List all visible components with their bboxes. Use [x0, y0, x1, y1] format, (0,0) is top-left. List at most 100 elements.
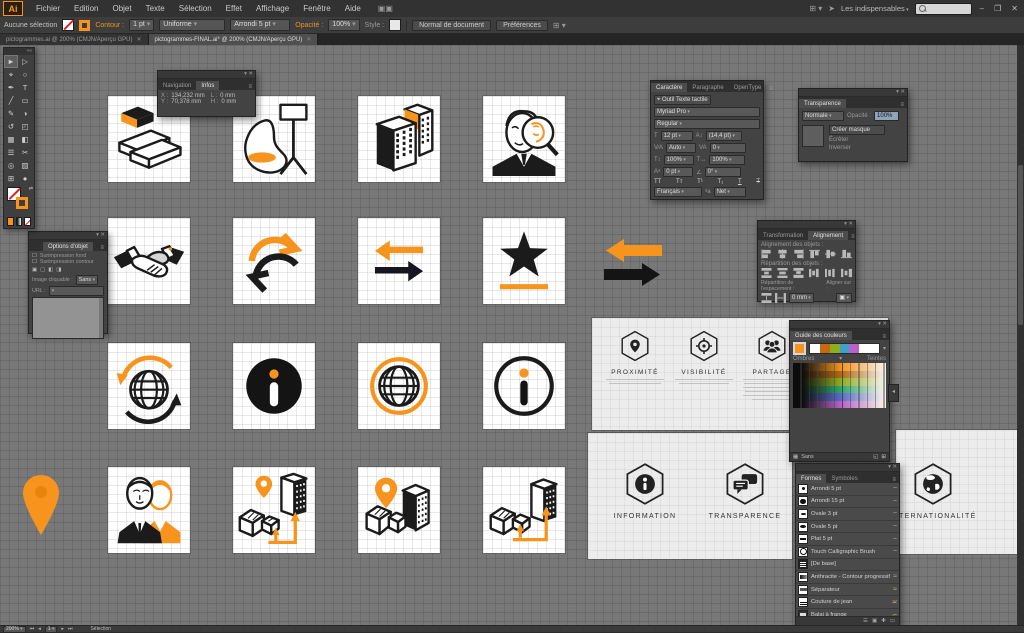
pictogram-tile[interactable]	[483, 343, 565, 429]
pictogram-tile[interactable]	[483, 467, 565, 553]
panel-collapse-bar[interactable]: ▾ ✕	[796, 464, 899, 472]
pictogram-tile[interactable]	[358, 96, 440, 182]
panel-collapse-arrow[interactable]: ◂	[888, 384, 899, 402]
panel-menu-icon[interactable]: ≡	[897, 102, 907, 108]
direct-selection-tool[interactable]: ▷	[18, 55, 32, 68]
tab-alignement[interactable]: Alignement	[808, 231, 848, 240]
brush-row[interactable]: Ovale 5 pt~	[796, 521, 899, 534]
panel-collapse-bar[interactable]: ▾ ✕	[29, 232, 107, 240]
pen-tool[interactable]: ✒	[4, 81, 18, 94]
tab-infos[interactable]: Infos	[196, 81, 219, 90]
brush-libraries-icon[interactable]: ☰	[863, 618, 868, 624]
doc-tab-pictogrammes[interactable]: pictogrammes.ai @ 200% (CMJN/Aperçu GPU)…	[0, 34, 149, 45]
underline-button[interactable]: T	[738, 179, 742, 185]
color-mode-none[interactable]	[24, 217, 31, 226]
color-ramp-row[interactable]	[793, 393, 886, 401]
prev-artboard-icon[interactable]: ◂	[38, 626, 41, 632]
pictogram-tile[interactable]	[108, 343, 190, 429]
kerning-field[interactable]: Auto	[666, 143, 696, 153]
url-field[interactable]	[49, 286, 104, 296]
close-tab-icon[interactable]: ✕	[136, 36, 141, 43]
distribute-h-space-button[interactable]	[775, 293, 786, 303]
brush-row[interactable]: Couture de jean≍	[796, 596, 899, 609]
menu-selection[interactable]: Sélection	[172, 4, 219, 13]
panel-collapse-bar[interactable]: ▾ ✕	[790, 321, 889, 329]
stroke-swatch[interactable]	[79, 20, 90, 31]
paintbrush-tool[interactable]: ✎	[4, 107, 18, 120]
free-transform-tool[interactable]: ◧	[18, 133, 32, 146]
reverse-path-icon[interactable]: ◧	[48, 267, 53, 273]
last-artboard-icon[interactable]: ⏭	[68, 626, 73, 632]
harmony-swatch[interactable]	[849, 344, 859, 353]
align-to-dropdown[interactable]: ▣	[836, 293, 852, 303]
distribute-bottom-button[interactable]	[793, 268, 804, 278]
anti-alias-dropdown[interactable]: Net	[714, 187, 746, 197]
color-ramp-row[interactable]	[793, 363, 886, 371]
tab-formes[interactable]: Formes	[796, 474, 826, 483]
invert-mask-checkbox[interactable]: Inverser	[829, 145, 885, 151]
width-tool[interactable]: ▦	[4, 133, 18, 146]
doc-tab-pictogrammes-final[interactable]: pictogrammes-FINAL.ai* @ 200% (CMJN/Aper…	[149, 34, 319, 45]
panel-menu-icon[interactable]: ≡	[889, 477, 899, 483]
hex-card-proximite[interactable]: PROXIMITÉ	[604, 330, 666, 384]
line-tool[interactable]: ╱	[4, 94, 18, 107]
make-mask-button[interactable]: Créer masque	[829, 125, 885, 135]
brush-row[interactable]: Ovale 3 pt~	[796, 508, 899, 521]
tab-guide-des-couleurs[interactable]: Guide des couleurs	[790, 331, 852, 340]
tab-options-objet[interactable]: Options d'objet	[43, 242, 93, 251]
search-input[interactable]	[915, 3, 972, 15]
color-mode-fill[interactable]	[7, 217, 14, 226]
image-map-dropdown[interactable]: Sans	[76, 275, 98, 285]
floating-exchange-arrows[interactable]	[598, 238, 668, 297]
font-style-dropdown[interactable]: Regular	[654, 119, 760, 129]
harmony-strip[interactable]	[809, 343, 880, 354]
pictogram-tile[interactable]	[483, 218, 565, 304]
vertical-scale-field[interactable]: 100%	[664, 155, 694, 165]
menu-aide[interactable]: Aide	[338, 4, 368, 13]
clip-checkbox[interactable]: Écrêter	[829, 137, 885, 143]
subscript-button[interactable]: T₁	[718, 179, 724, 185]
distribute-left-button[interactable]	[809, 268, 820, 278]
hex-card-transparence[interactable]: TRANSPARENCE	[705, 462, 785, 520]
spacing-value-field[interactable]: 0 mm	[789, 293, 814, 303]
selection-tool[interactable]: ►	[4, 55, 18, 68]
contour-label[interactable]: Contour :	[95, 22, 124, 29]
pictogram-tile[interactable]	[233, 467, 315, 553]
opacity-label[interactable]: Opacité :	[295, 22, 323, 29]
menu-effet[interactable]: Effet	[219, 4, 249, 13]
font-family-dropdown[interactable]: Myriad Pro	[654, 107, 760, 117]
limit-colors-icon[interactable]: ▦	[793, 454, 798, 460]
hex-card-visibilite[interactable]: VISIBILITÉ	[673, 330, 735, 384]
document-setup-button[interactable]: Normal de document	[412, 20, 491, 31]
color-mode-gradient[interactable]	[16, 217, 23, 226]
harmony-swatch[interactable]	[810, 344, 820, 353]
workspace-switcher[interactable]: Les indispensables	[841, 4, 909, 13]
pictogram-tile[interactable]	[108, 218, 190, 304]
swap-fill-stroke-icon[interactable]: ⇄	[29, 186, 33, 192]
window-close-button[interactable]: ✕	[1009, 4, 1020, 13]
align-left-button[interactable]	[761, 249, 772, 259]
no-center-marker-icon[interactable]: ▢	[40, 267, 45, 273]
rectangle-tool[interactable]: ▭	[18, 94, 32, 107]
brush-row[interactable]: Arrondi 5 pt~	[796, 483, 899, 496]
stroke-color-proxy[interactable]	[16, 197, 28, 209]
distribute-v-center-button[interactable]	[777, 268, 788, 278]
harmony-swatch[interactable]	[859, 344, 879, 353]
shape-builder-tool[interactable]: ☰	[4, 146, 18, 159]
vertical-scrollbar[interactable]	[1017, 45, 1024, 625]
pictogram-tile[interactable]	[233, 343, 315, 429]
color-ramp-row[interactable]	[793, 401, 886, 409]
floating-orange-pin[interactable]	[22, 474, 60, 541]
save-to-swatches-icon[interactable]: ⊞	[881, 454, 886, 460]
hex-card-information[interactable]: INFORMATION	[605, 462, 685, 520]
scrollbar-thumb[interactable]	[1018, 165, 1023, 325]
share-icon[interactable]: ➤	[828, 4, 835, 13]
panel-menu-icon[interactable]: ≡	[766, 86, 776, 92]
pencil-tool[interactable]: ◑	[18, 107, 32, 120]
perspective-grid-tool[interactable]: ✂	[18, 146, 32, 159]
panel-collapse-bar[interactable]: ▾ ✕	[799, 89, 907, 97]
tab-caractere[interactable]: Caractère	[651, 83, 687, 92]
leading-field[interactable]: (14,4 pt)	[706, 131, 742, 141]
center-marker-icon[interactable]: ▣	[32, 267, 37, 273]
panel-collapse-bar[interactable]: ▾ ✕	[758, 221, 855, 229]
